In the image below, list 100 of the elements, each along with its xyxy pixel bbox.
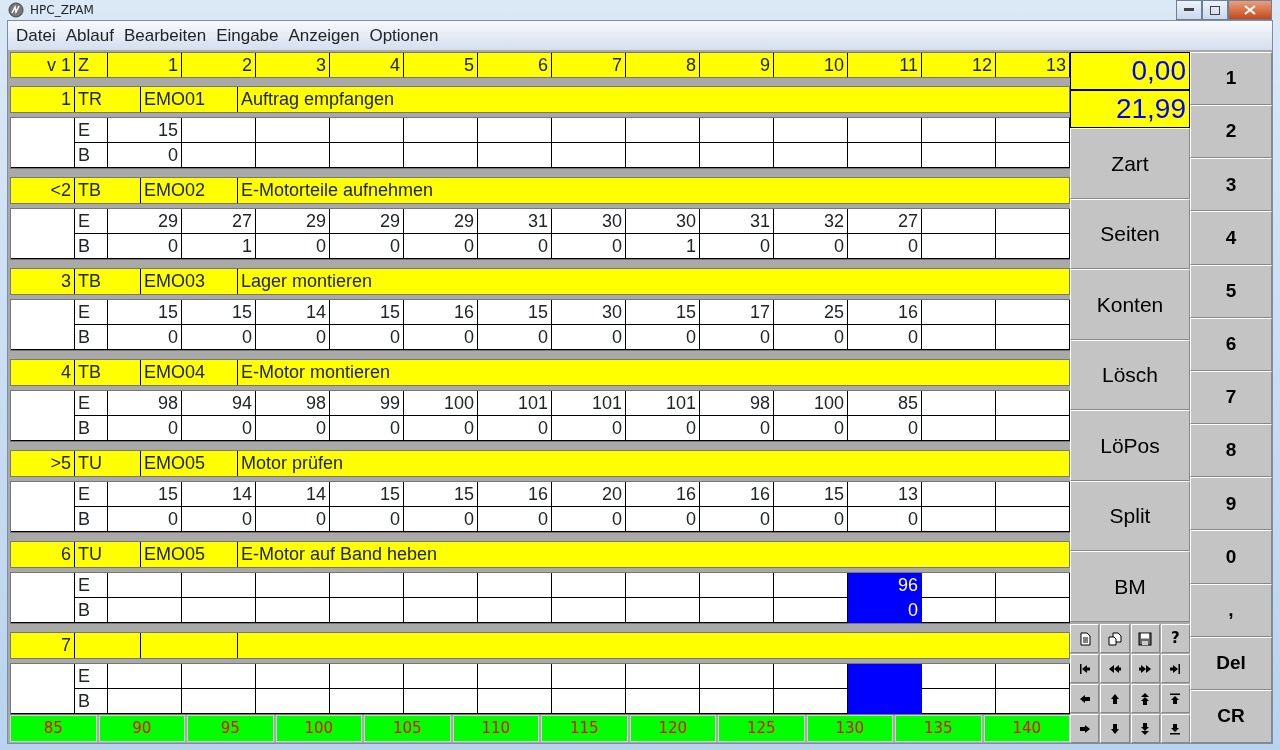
keypad-button[interactable]: 9 [1190, 477, 1272, 531]
table-cell[interactable] [922, 507, 996, 532]
table-cell[interactable]: 15 [108, 118, 182, 143]
toolbar-button[interactable] [1100, 684, 1130, 714]
table-cell[interactable]: 0 [256, 325, 330, 350]
table-cell[interactable]: 14 [256, 300, 330, 325]
table-cell[interactable]: 0 [774, 325, 848, 350]
table-cell[interactable] [700, 689, 774, 714]
keypad-button[interactable]: 4 [1190, 211, 1272, 265]
table-cell[interactable]: 16 [848, 300, 922, 325]
table-cell[interactable] [922, 325, 996, 350]
menu-item[interactable]: Bearbeiten [118, 22, 212, 48]
table-cell[interactable]: 100 [774, 391, 848, 416]
toolbar-button[interactable] [1100, 624, 1130, 654]
table-cell[interactable]: 15 [626, 300, 700, 325]
menu-item[interactable]: Datei [11, 22, 61, 48]
help-button[interactable]: ? [1160, 624, 1190, 654]
function-button[interactable]: Zart [1070, 128, 1190, 199]
table-cell[interactable] [478, 118, 552, 143]
table-cell[interactable]: 0 [848, 598, 922, 623]
table-cell[interactable] [330, 118, 404, 143]
task-header-row[interactable]: 7 [10, 632, 1070, 659]
table-cell[interactable]: 14 [256, 482, 330, 507]
table-cell[interactable]: 15 [108, 300, 182, 325]
function-button[interactable]: Split [1070, 480, 1190, 552]
table-cell[interactable] [848, 118, 922, 143]
table-cell[interactable]: 30 [552, 209, 626, 234]
table-cell[interactable]: 0 [182, 325, 256, 350]
table-cell[interactable] [182, 573, 256, 598]
table-cell[interactable]: 29 [256, 209, 330, 234]
table-cell[interactable]: 1 [182, 234, 256, 259]
toolbar-button[interactable] [1070, 654, 1100, 684]
table-cell[interactable] [922, 300, 996, 325]
table-cell[interactable]: 15 [108, 482, 182, 507]
table-cell[interactable]: 31 [478, 209, 552, 234]
task-header-row[interactable]: 1 TR EMO01 Auftrag empfangen [10, 86, 1070, 113]
table-cell[interactable]: 99 [330, 391, 404, 416]
toolbar-button[interactable] [1130, 714, 1160, 744]
table-cell[interactable]: 29 [330, 209, 404, 234]
table-cell[interactable] [404, 689, 478, 714]
table-cell[interactable]: 29 [404, 209, 478, 234]
keypad-button[interactable]: 8 [1190, 424, 1272, 478]
table-cell[interactable]: 0 [774, 416, 848, 441]
table-cell[interactable] [182, 664, 256, 689]
task-header-row[interactable]: <2 TB EMO02 E-Motorteile aufnehmen [10, 177, 1070, 204]
table-cell[interactable] [404, 143, 478, 168]
table-cell[interactable]: 25 [774, 300, 848, 325]
table-cell[interactable]: 30 [626, 209, 700, 234]
table-cell[interactable]: 98 [108, 391, 182, 416]
table-cell[interactable] [478, 573, 552, 598]
table-cell[interactable]: 0 [330, 507, 404, 532]
table-cell[interactable]: 96 [848, 573, 922, 598]
table-cell[interactable]: 0 [552, 507, 626, 532]
table-cell[interactable]: 0 [108, 234, 182, 259]
table-cell[interactable]: 98 [256, 391, 330, 416]
table-cell[interactable] [256, 664, 330, 689]
table-cell[interactable]: 0 [626, 507, 700, 532]
function-button[interactable]: LöPos [1070, 410, 1190, 481]
table-cell[interactable]: 101 [552, 391, 626, 416]
table-cell[interactable]: 0 [626, 325, 700, 350]
table-cell[interactable] [922, 689, 996, 714]
table-cell[interactable]: 0 [478, 416, 552, 441]
table-cell[interactable] [404, 664, 478, 689]
table-cell[interactable] [256, 689, 330, 714]
table-cell[interactable]: 0 [330, 325, 404, 350]
table-cell[interactable]: 0 [700, 325, 774, 350]
table-cell[interactable]: 17 [700, 300, 774, 325]
table-cell[interactable] [700, 598, 774, 623]
table-cell[interactable]: 0 [774, 507, 848, 532]
table-cell[interactable]: 0 [478, 507, 552, 532]
function-button[interactable]: Konten [1070, 269, 1190, 340]
table-cell[interactable] [626, 689, 700, 714]
table-cell[interactable]: 32 [774, 209, 848, 234]
table-cell[interactable] [922, 391, 996, 416]
table-cell[interactable]: 0 [256, 507, 330, 532]
table-cell[interactable] [182, 689, 256, 714]
minimize-button[interactable] [1176, 0, 1202, 20]
table-cell[interactable] [552, 143, 626, 168]
table-cell[interactable]: 0 [848, 416, 922, 441]
table-cell[interactable]: 0 [552, 416, 626, 441]
table-cell[interactable]: 15 [330, 300, 404, 325]
toolbar-button[interactable] [1100, 714, 1130, 744]
table-cell[interactable] [256, 118, 330, 143]
menu-item[interactable]: Anzeigen [283, 22, 365, 48]
keypad-button[interactable]: 5 [1190, 264, 1272, 318]
table-cell[interactable] [922, 664, 996, 689]
table-cell[interactable]: 16 [478, 482, 552, 507]
table-cell[interactable] [330, 143, 404, 168]
table-cell[interactable] [478, 598, 552, 623]
table-cell[interactable]: 0 [552, 234, 626, 259]
table-cell[interactable] [108, 664, 182, 689]
table-cell[interactable]: 0 [256, 416, 330, 441]
table-cell[interactable] [626, 118, 700, 143]
table-cell[interactable] [700, 573, 774, 598]
table-cell[interactable] [552, 118, 626, 143]
toolbar-button[interactable] [1160, 684, 1190, 714]
table-cell[interactable]: 0 [404, 416, 478, 441]
table-cell[interactable]: 0 [256, 234, 330, 259]
table-cell[interactable] [108, 689, 182, 714]
table-cell[interactable] [478, 143, 552, 168]
